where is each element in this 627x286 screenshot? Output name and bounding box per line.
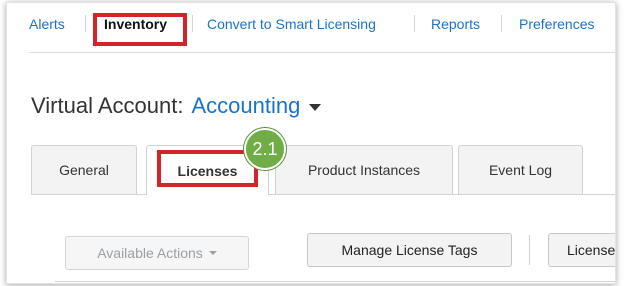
tab-product-instances[interactable]: Product Instances (275, 145, 453, 194)
step-badge: 2.1 (244, 128, 286, 170)
manage-license-tags-button[interactable]: Manage License Tags (307, 233, 512, 267)
available-actions-button[interactable]: Available Actions (65, 236, 249, 270)
license-button[interactable]: License (548, 233, 615, 267)
virtual-account-row: Virtual Account: Accounting (31, 93, 322, 119)
nav-separator (192, 15, 193, 32)
chevron-down-icon (208, 251, 217, 255)
licenses-highlight-box (157, 150, 258, 187)
smart-account-panel: Alerts Inventory Convert to Smart Licens… (6, 2, 616, 284)
nav-separator (414, 15, 415, 32)
inventory-highlight-box (93, 13, 187, 46)
toolbar-separator (529, 235, 530, 265)
tab-general[interactable]: General (31, 145, 137, 194)
nav-convert-to-smart-licensing[interactable]: Convert to Smart Licensing (207, 16, 376, 32)
virtual-account-label: Virtual Account: (31, 93, 184, 118)
virtual-account-selector[interactable]: Accounting (191, 93, 300, 118)
tabs-baseline (31, 194, 615, 195)
nav-reports[interactable]: Reports (431, 16, 480, 32)
available-actions-label: Available Actions (97, 245, 203, 261)
nav-separator (85, 15, 86, 32)
nav-preferences[interactable]: Preferences (519, 16, 594, 32)
nav-separator (501, 15, 502, 32)
nav-alerts[interactable]: Alerts (29, 16, 65, 32)
header-divider (29, 52, 615, 53)
table-top-divider (55, 281, 615, 282)
caret-down-icon[interactable] (309, 103, 322, 111)
tab-event-log[interactable]: Event Log (458, 145, 583, 194)
